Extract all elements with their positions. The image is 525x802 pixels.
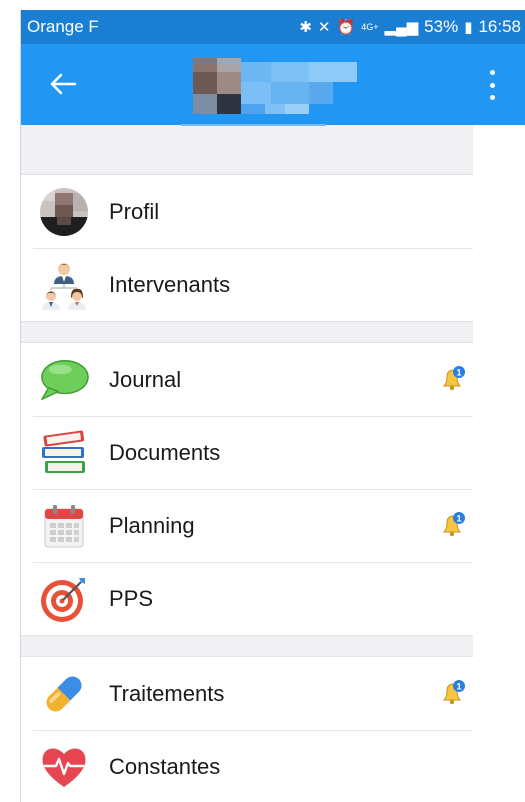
section-spacer [21,321,473,343]
pixelated-title [193,58,357,114]
arrow-left-icon[interactable] [47,68,81,102]
calendar-icon [39,501,89,551]
team-icon [39,260,89,310]
carrier-label: Orange F [27,17,99,36]
bluetooth-icon: ✱ [299,19,312,36]
section-spacer [21,125,473,175]
mute-icon: ✕ [317,19,331,36]
more-vertical-icon[interactable] [485,70,499,100]
status-bar: Orange F ✱ ✕ ⏰ 4G+ ▂▄▆ 53% ▮ 16:58 [21,10,525,44]
books-icon [39,428,89,478]
menu-item-label: Constantes [109,753,221,779]
menu-item-planning[interactable]: Planning 1 [21,489,473,562]
battery-icon: ▮ [464,19,473,36]
menu-item-label: Profil [109,198,160,224]
notification-bell-icon: 1 [439,365,467,393]
menu-item-profil[interactable]: Profil [21,175,473,248]
menu-item-documents[interactable]: Documents [21,416,473,489]
speech-bubble-icon [39,355,89,405]
pill-icon [39,669,89,719]
clock: 16:58 [478,17,521,36]
heart-pulse-icon [39,742,89,792]
alarm-icon: ⏰ [336,19,356,36]
menu-list: Profil Intervenants Journal 1 Documents … [21,125,473,802]
notification-badge-count: 1 [456,682,461,692]
notification-bell-icon: 1 [439,511,467,539]
avatar-photo [39,187,89,237]
signal-icon: ▂▄▆ [384,19,419,36]
menu-item-label: Journal [109,366,182,392]
notification-bell-icon: 1 [439,679,467,707]
target-icon [39,574,89,624]
menu-item-label: Documents [109,439,221,465]
menu-item-label: Intervenants [109,271,231,297]
notification-badge-count: 1 [456,368,461,378]
menu-item-label: Planning [109,512,195,538]
menu-item-label: PPS [109,585,154,611]
section-spacer [21,635,473,657]
title-underline [181,124,326,126]
menu-item-constantes[interactable]: Constantes [21,730,473,802]
notification-badge-count: 1 [456,514,461,524]
menu-item-traitements[interactable]: Traitements 1 [21,657,473,730]
menu-item-pps[interactable]: PPS [21,562,473,635]
status-icons: ✱ ✕ ⏰ 4G+ ▂▄▆ 53% ▮ 16:58 [299,17,521,37]
battery-level: 53% [424,17,459,36]
menu-item-label: Traitements [109,680,225,706]
menu-item-intervenants[interactable]: Intervenants [21,248,473,321]
phone-screen: Orange F ✱ ✕ ⏰ 4G+ ▂▄▆ 53% ▮ 16:58 Profi… [20,10,525,802]
app-bar [21,44,525,126]
menu-item-journal[interactable]: Journal 1 [21,343,473,416]
network-type: 4G+ [361,21,379,32]
